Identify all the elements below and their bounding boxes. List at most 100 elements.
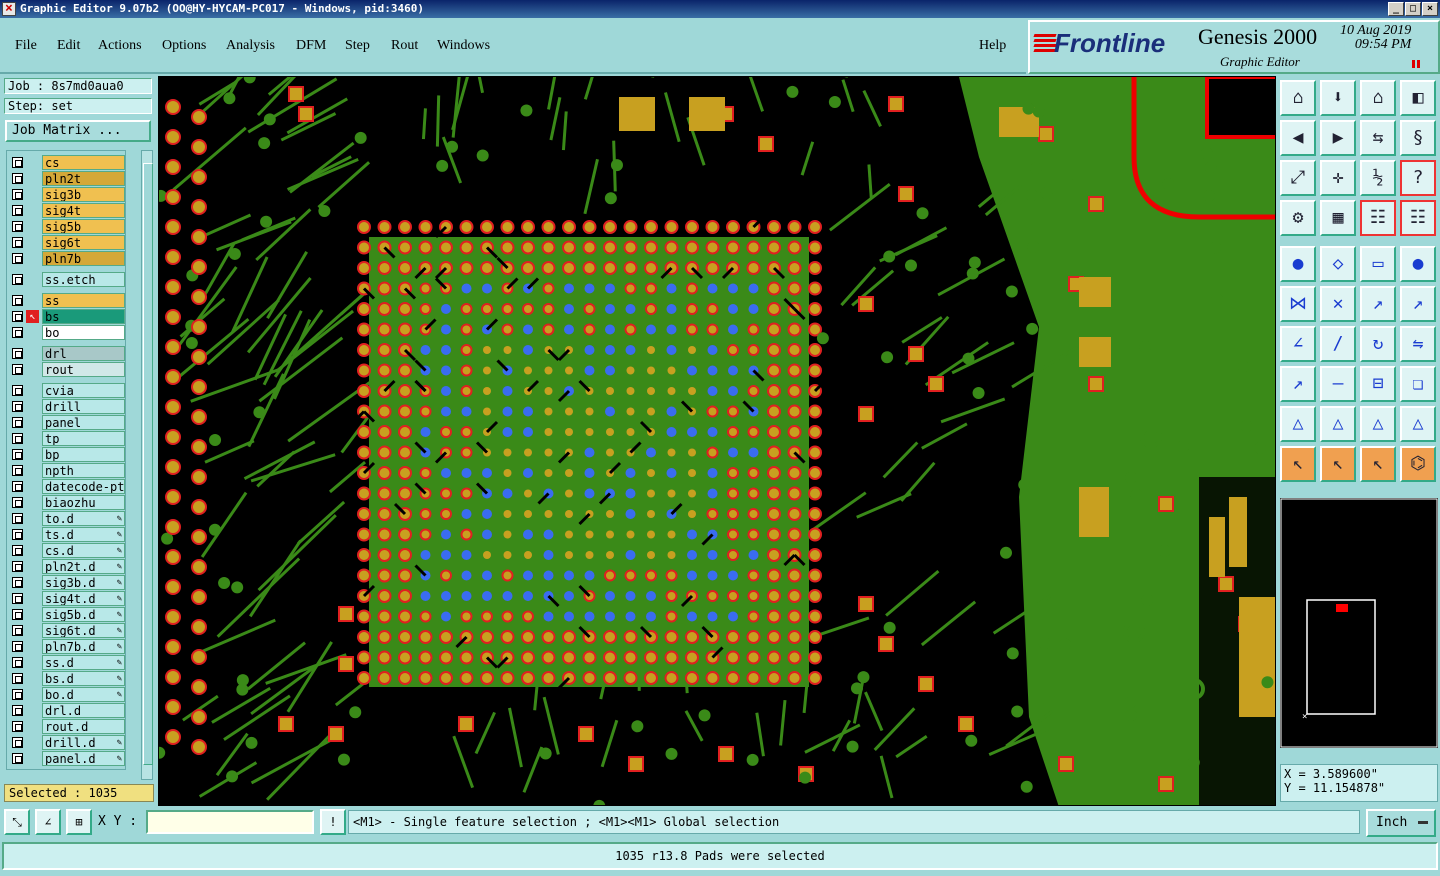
menu-options[interactable]: Options [162, 38, 206, 54]
layer-name[interactable]: biaozhu [42, 495, 125, 510]
layer-name[interactable]: bs.d ✎ [42, 671, 125, 686]
layer-row-panel[interactable]: panel [9, 415, 125, 430]
rotate-icon[interactable]: ↻ [1360, 326, 1396, 362]
flip-icon[interactable]: ⇆ [1360, 120, 1396, 156]
triangle-a-icon[interactable]: △ [1320, 406, 1356, 442]
layer-row-drill[interactable]: drill [9, 399, 125, 414]
layer-name[interactable]: pln7b [42, 251, 125, 266]
layer-row-npth[interactable]: npth [9, 463, 125, 478]
pan-right-icon[interactable]: ▶ [1320, 120, 1356, 156]
layer-checkbox[interactable] [12, 609, 23, 620]
route-icon[interactable]: ⌬ [1400, 446, 1436, 482]
layer-row-drl[interactable]: drl [9, 346, 125, 361]
layer-name[interactable]: panel [42, 415, 125, 430]
snap-icon[interactable]: ⤡ [4, 809, 30, 835]
units-selector[interactable]: Inch [1366, 809, 1436, 837]
layer-name[interactable]: sig5b [42, 219, 125, 234]
triangle-icon[interactable]: △ [1280, 406, 1316, 442]
layer-checkbox[interactable] [12, 513, 23, 524]
center-line-icon[interactable]: — [1320, 366, 1356, 402]
layer-name[interactable]: sig5b.d ✎ [42, 607, 125, 622]
layer-name[interactable]: sig4t.d ✎ [42, 591, 125, 606]
layer-name[interactable]: bo.d ✎ [42, 687, 125, 702]
layer-checkbox[interactable] [12, 295, 23, 306]
layer-name[interactable]: sig4t [42, 203, 125, 218]
angle-icon[interactable]: ∠ [1280, 326, 1316, 362]
layer-row-tp[interactable]: tp [9, 431, 125, 446]
grid-snap-icon[interactable]: ⊞ [66, 809, 92, 835]
close-button[interactable]: × [1422, 2, 1438, 16]
layer-row-sig4t.d[interactable]: sig4t.d ✎ [9, 591, 125, 606]
layer-name[interactable]: rout.d [42, 719, 125, 734]
layer-row-cs.d[interactable]: cs.d ✎ [9, 543, 125, 558]
line-pick-icon[interactable]: ↗ [1360, 286, 1396, 322]
menu-windows[interactable]: Windows [437, 38, 490, 54]
menu-step[interactable]: Step [345, 38, 370, 54]
layer-checkbox[interactable] [12, 641, 23, 652]
scale-1-2-icon[interactable]: ½ [1360, 160, 1396, 196]
add-pad-icon[interactable]: ● [1280, 246, 1316, 282]
layer-name[interactable]: drl.d [42, 703, 125, 718]
layer-name[interactable]: panel.d ✎ [42, 751, 125, 766]
layer-name[interactable]: bo [42, 325, 125, 340]
node-edit-icon[interactable]: ⋈ [1280, 286, 1316, 322]
layer-row-bs[interactable]: ↖ bs [9, 309, 125, 324]
layer-name[interactable]: sig3b.d ✎ [42, 575, 125, 590]
angle-icon[interactable]: ∠ [35, 809, 61, 835]
layer-row-pln7b[interactable]: pln7b [9, 251, 125, 266]
scrollbar-thumb[interactable] [143, 163, 153, 765]
layer-checkbox[interactable] [12, 465, 23, 476]
layer-name[interactable]: datecode-ptc [42, 479, 125, 494]
layer-name[interactable]: sig6t.d ✎ [42, 623, 125, 638]
layer-name[interactable]: pln7b.d ✎ [42, 639, 125, 654]
measure-icon[interactable]: ⚙ [1280, 200, 1316, 236]
cursor-info-icon[interactable]: ! [320, 809, 346, 835]
zoom-home-icon[interactable]: ⬇ [1320, 80, 1356, 116]
house-icon[interactable]: ⌂ [1360, 80, 1396, 116]
layer-checkbox[interactable] [12, 657, 23, 668]
layer-checkbox[interactable] [12, 205, 23, 216]
layer-checkbox[interactable] [12, 189, 23, 200]
layer-checkbox[interactable] [12, 593, 23, 604]
layer-row-bo[interactable]: bo [9, 325, 125, 340]
menu-dfm[interactable]: DFM [296, 38, 326, 54]
menu-file[interactable]: File [15, 38, 37, 54]
layer-checkbox[interactable] [12, 253, 23, 264]
layer-checkbox[interactable] [12, 311, 23, 322]
maximize-button[interactable]: □ [1405, 2, 1421, 16]
home-icon[interactable]: ⌂ [1280, 80, 1316, 116]
layer-row-sig3b[interactable]: sig3b [9, 187, 125, 202]
snap-point-icon[interactable]: ✕ [1320, 286, 1356, 322]
layer-checkbox[interactable] [12, 673, 23, 684]
grid-icon[interactable]: ▦ [1320, 200, 1356, 236]
layer-name[interactable]: drill.d ✎ [42, 735, 125, 750]
layer-name[interactable]: ss.d ✎ [42, 655, 125, 670]
layer-name[interactable]: cs [42, 155, 125, 170]
layer-checkbox[interactable] [12, 433, 23, 444]
triangle-c-icon[interactable]: △ [1400, 406, 1436, 442]
menu-actions[interactable]: Actions [98, 38, 142, 54]
layer-checkbox[interactable] [12, 481, 23, 492]
layer-checkbox[interactable] [12, 753, 23, 764]
layer-name[interactable]: ss.etch [42, 272, 125, 287]
menu-edit[interactable]: Edit [57, 38, 80, 54]
layer-row-cs[interactable]: cs [9, 155, 125, 170]
layer-name[interactable]: sig6t [42, 235, 125, 250]
layer-row-sig6t[interactable]: sig6t [9, 235, 125, 250]
mirror-icon[interactable]: ⇋ [1400, 326, 1436, 362]
layer-name[interactable]: pln2t [42, 171, 125, 186]
xy-input[interactable] [146, 810, 314, 834]
layer-row-sig5b[interactable]: sig5b [9, 219, 125, 234]
layer-list-scrollbar[interactable] [141, 150, 153, 780]
ruler-icon[interactable]: ▭ [1360, 246, 1396, 282]
layer-row-pln7b.d[interactable]: pln7b.d ✎ [9, 639, 125, 654]
layer-checkbox[interactable] [12, 737, 23, 748]
layer-row-panel.d[interactable]: panel.d ✎ [9, 751, 125, 766]
pcb-drawing[interactable] [159, 77, 1276, 806]
menu-rout[interactable]: Rout [391, 38, 418, 54]
pointer-icon[interactable]: ↖ [1320, 446, 1356, 482]
pause-icon[interactable] [1412, 60, 1420, 68]
help-icon[interactable]: ? [1400, 160, 1436, 196]
layer-checkbox[interactable] [12, 364, 23, 375]
layer-stack-icon[interactable]: ☷ [1360, 200, 1396, 236]
